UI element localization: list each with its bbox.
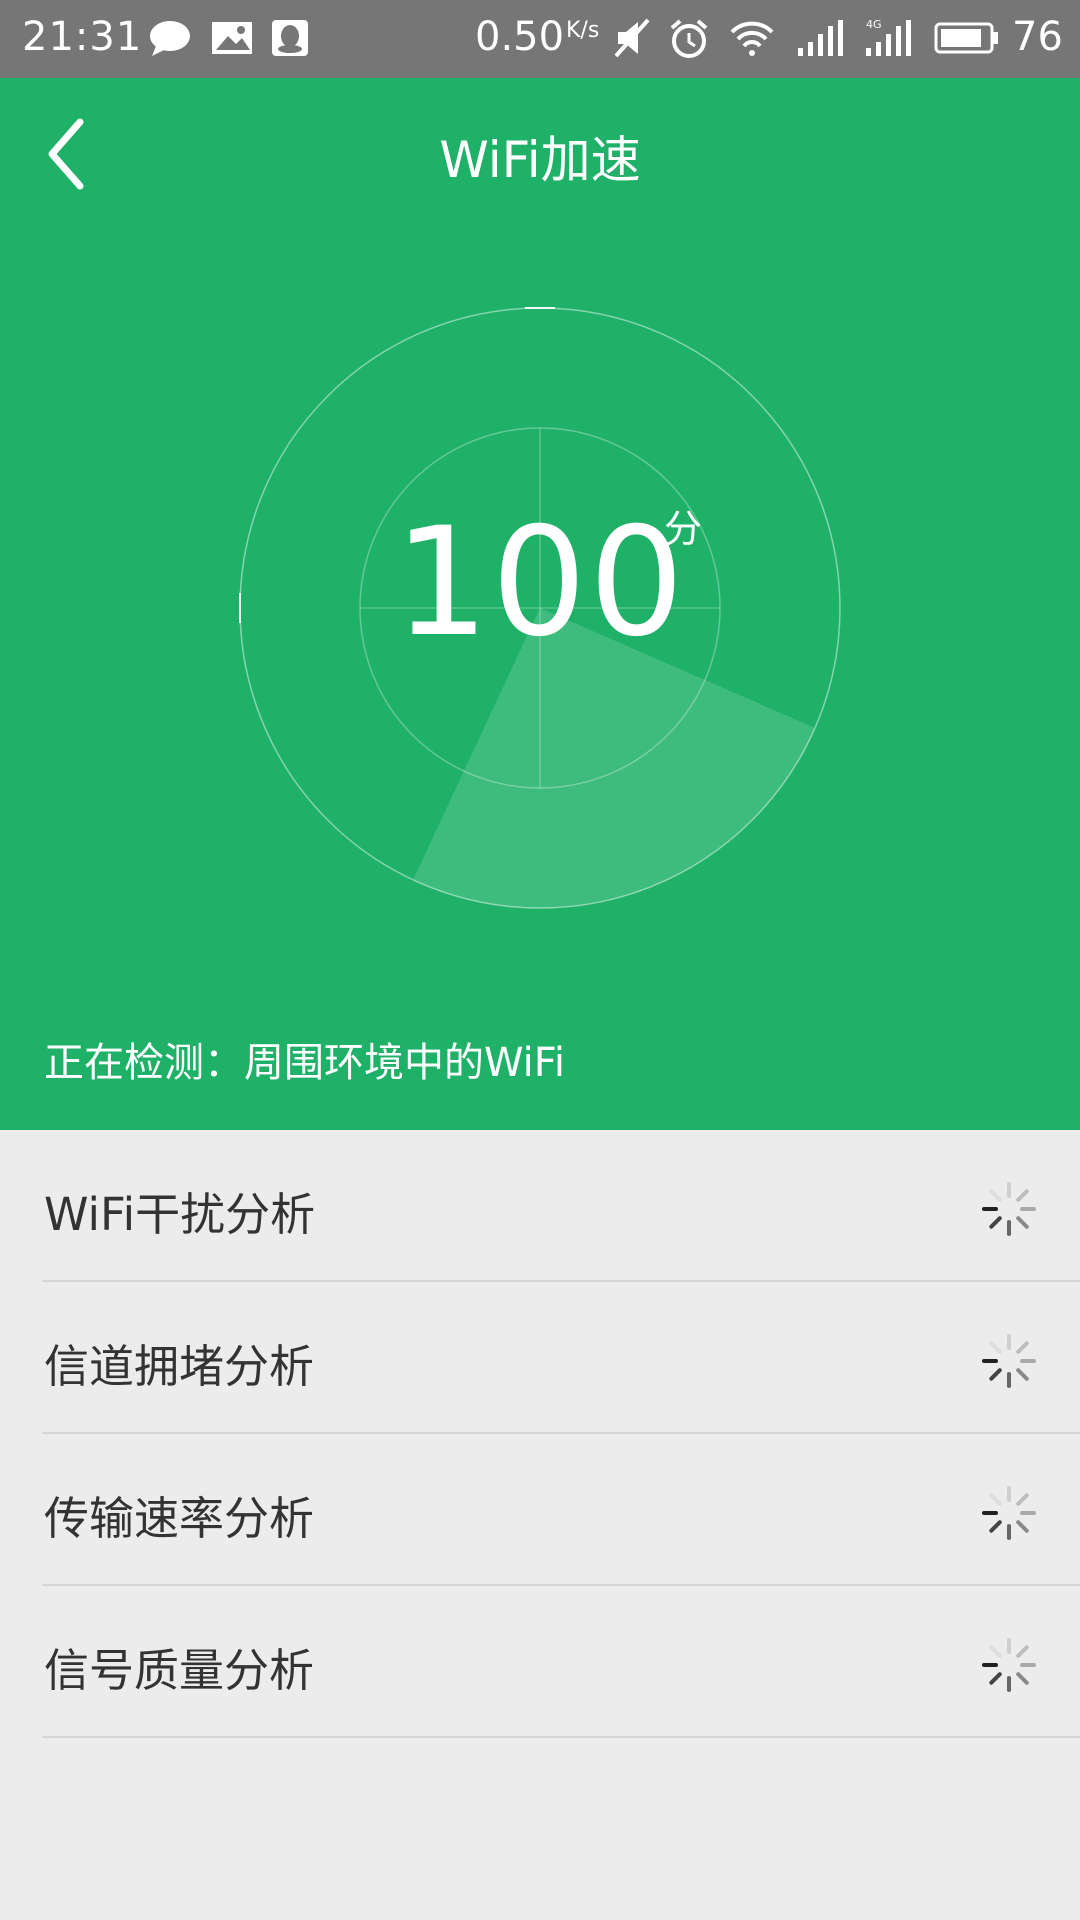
- list-item: 信道拥堵分析: [0, 1282, 1080, 1434]
- loading-spinner-icon: [982, 1182, 1036, 1236]
- list-item: WiFi干扰分析: [0, 1130, 1080, 1282]
- detection-status: 正在检测：周围环境中的WiFi: [44, 1040, 565, 1086]
- loading-spinner-icon: [982, 1334, 1036, 1388]
- speed-test-header: WiFi加速 100 分 正在检测：周围环境中的WiFi: [0, 78, 1080, 1130]
- qq-icon: [272, 20, 308, 56]
- signal-4g-icon: 4G: [866, 18, 911, 56]
- loading-spinner-icon: [982, 1486, 1036, 1540]
- status-bar: 21:31 0.50 K/s 4G 76: [0, 0, 1080, 78]
- check-list: WiFi干扰分析 信道拥堵分析 传输速率分析 信号质量分析: [0, 1130, 1080, 1738]
- battery-level: 76: [1012, 14, 1063, 60]
- image-icon: [212, 22, 252, 54]
- net-speed: 0.50: [475, 14, 565, 60]
- list-item-label: 信号质量分析: [44, 1644, 315, 1697]
- alarm-icon: [670, 19, 708, 58]
- score-unit: 分: [664, 507, 703, 551]
- wifi-icon: [730, 21, 774, 56]
- list-item-label: 信道拥堵分析: [44, 1340, 315, 1393]
- divider: [42, 1736, 1080, 1738]
- page-title: WiFi加速: [439, 131, 641, 189]
- status-time: 21:31: [22, 14, 143, 60]
- message-icon: [150, 21, 190, 56]
- battery-icon: [934, 22, 998, 54]
- signal-icon: [798, 20, 843, 56]
- list-item-label: WiFi干扰分析: [44, 1188, 316, 1241]
- svg-text:4G: 4G: [866, 18, 882, 31]
- mute-icon: [614, 18, 650, 58]
- loading-spinner-icon: [982, 1638, 1036, 1692]
- list-item: 传输速率分析: [0, 1434, 1080, 1586]
- list-item: 信号质量分析: [0, 1586, 1080, 1738]
- list-item-label: 传输速率分析: [44, 1492, 315, 1545]
- net-speed-unit: K/s: [566, 18, 600, 43]
- wifi-score: 100: [393, 496, 687, 670]
